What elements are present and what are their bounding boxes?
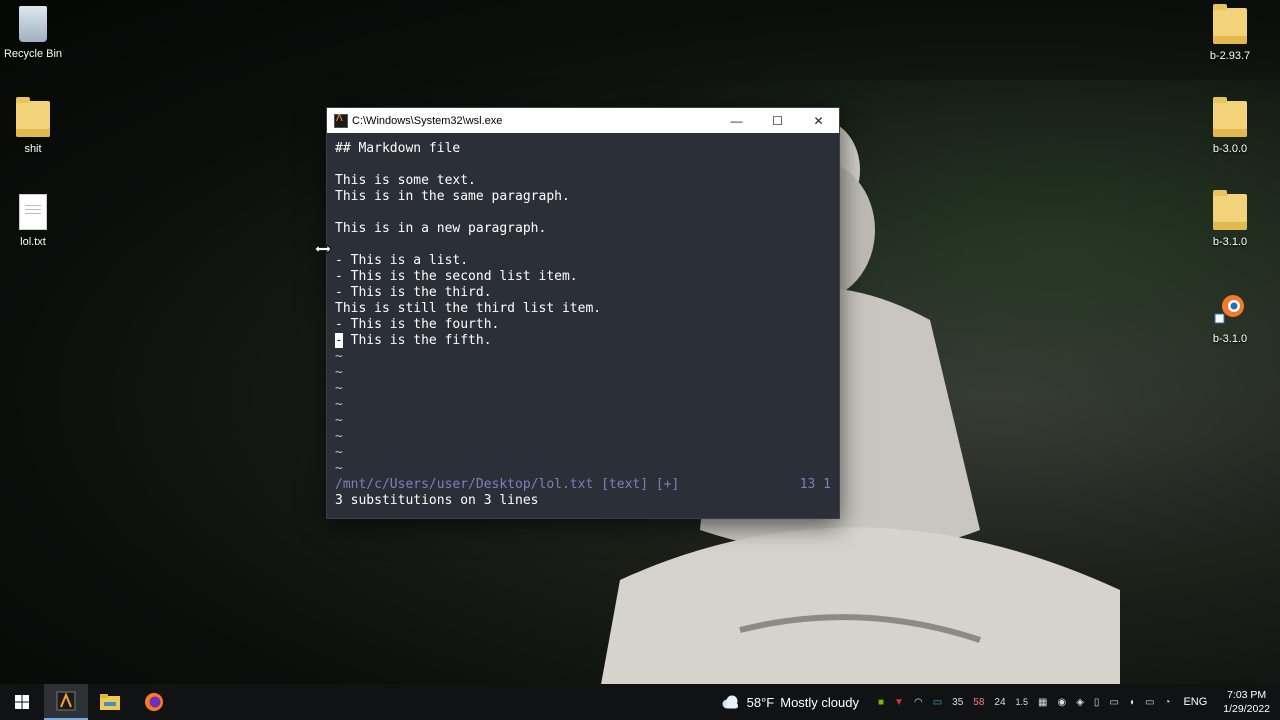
editor-line: - This is the second list item. [335, 269, 578, 284]
empty-line-tilde: ~ [335, 349, 343, 364]
desktop-icon-label: lol.txt [20, 236, 46, 248]
security-tray-icon[interactable]: ▼ [894, 697, 904, 708]
tray-value: 1.5 [1015, 697, 1029, 707]
empty-line-tilde: ~ [335, 397, 343, 412]
file-explorer-icon [100, 694, 120, 710]
editor-line: - This is a list. [335, 253, 469, 268]
desktop-icon-b-3-1-0-shortcut[interactable]: b-3.1.0 [1192, 288, 1268, 345]
language-indicator[interactable]: ENG [1183, 696, 1207, 708]
desktop-icon-label: b-3.0.0 [1212, 143, 1248, 155]
text-cursor: - [335, 333, 343, 348]
resize-cursor-icon [314, 244, 332, 254]
window-titlebar[interactable]: C:\Windows\System32\wsl.exe — ☐ ✕ [327, 108, 839, 133]
empty-line-tilde: ~ [335, 413, 343, 428]
desktop-icon-label: b-3.1.0 [1212, 333, 1248, 345]
editor-message-line: 3 substitutions on 3 lines [335, 493, 539, 508]
folder-icon [16, 97, 50, 137]
weather-widget[interactable]: 58°F Mostly cloudy [721, 695, 859, 710]
editor-line: This is in the same paragraph. [335, 189, 570, 204]
system-tray: 58°F Mostly cloudy ■ ▼ ◠ ▭ 35 58 24 1.5 … [721, 684, 1280, 720]
editor-line-rest: This is the fifth. [342, 333, 492, 348]
wifi-icon[interactable]: ◔ [1164, 697, 1170, 708]
desktop-icon-shit-folder[interactable]: shit [0, 97, 71, 155]
tray-value: 24 [994, 696, 1006, 708]
battery-tray-icon[interactable]: ▭ [1109, 697, 1118, 708]
tray-value: 58 [973, 696, 985, 708]
desktop-icon-label: b-3.1.0 [1212, 236, 1248, 248]
start-button[interactable] [0, 684, 44, 720]
wsl-app-icon [334, 113, 348, 128]
editor-line: - This is the third. [335, 285, 492, 300]
editor-status-line: /mnt/c/Users/user/Desktop/lol.txt [text]… [335, 477, 831, 493]
taskbar-clock[interactable]: 7:03 PM 1/29/2022 [1223, 688, 1270, 716]
nvidia-tray-icon[interactable]: ■ [878, 697, 884, 708]
editor-buffer[interactable]: ## Markdown file This is some text. This… [327, 133, 839, 509]
tray-value: 35 [952, 696, 964, 708]
desktop-icon-b-3-0-0[interactable]: b-3.0.0 [1192, 97, 1268, 155]
blender-icon [1214, 295, 1244, 324]
desktop-icon-b-2-93-7[interactable]: b-2.93.7 [1192, 4, 1268, 62]
editor-line: This is still the third list item. [335, 301, 602, 316]
desktop-icon-label: shit [24, 143, 42, 155]
folder-icon [1213, 190, 1247, 230]
minimize-button[interactable]: — [716, 108, 757, 133]
recycle-bin-icon [19, 6, 47, 42]
app-tray-icon[interactable]: ▦ [1038, 697, 1047, 708]
taskbar: 58°F Mostly cloudy ■ ▼ ◠ ▭ 35 58 24 1.5 … [0, 684, 1280, 720]
close-button[interactable]: ✕ [798, 108, 839, 133]
cloud-icon [722, 695, 738, 709]
editor-line: This is some text. [335, 173, 476, 188]
windows-logo-icon [15, 695, 29, 709]
desktop-icon-lol-txt[interactable]: lol.txt [0, 194, 71, 248]
monitor-tray-icon[interactable]: ▭ [933, 697, 942, 708]
network-icon[interactable]: ▭ [1145, 697, 1154, 708]
clock-date: 1/29/2022 [1223, 703, 1270, 715]
text-file-icon [19, 194, 47, 230]
empty-line-tilde: ~ [335, 381, 343, 396]
clock-time: 7:03 PM [1227, 689, 1267, 701]
editor-cursor-line: - This is the fifth. [335, 333, 831, 349]
desktop-icon-b-3-1-0-folder[interactable]: b-3.1.0 [1192, 190, 1268, 248]
weather-temperature: 58°F [746, 694, 775, 710]
usb-tray-icon[interactable]: ▯ [1094, 697, 1100, 708]
folder-icon [1213, 4, 1247, 44]
editor-line: ## Markdown file [335, 141, 461, 156]
desktop-icon-label: b-2.93.7 [1209, 50, 1251, 62]
empty-line-tilde: ~ [335, 365, 343, 380]
weather-description: Mostly cloudy [780, 694, 859, 710]
empty-line-tilde: ~ [335, 461, 343, 476]
editor-line: This is in a new paragraph. [335, 221, 547, 236]
status-file-path: /mnt/c/Users/user/Desktop/lol.txt [text]… [335, 477, 680, 492]
editor-line: - This is the fourth. [335, 317, 500, 332]
terminal-app-icon [56, 691, 76, 711]
folder-icon [1213, 97, 1247, 137]
window-title: C:\Windows\System32\wsl.exe [352, 114, 503, 127]
empty-line-tilde: ~ [335, 445, 343, 460]
desktop-icon-label: Recycle Bin [3, 48, 63, 60]
taskbar-terminal-button[interactable] [44, 684, 88, 720]
empty-line-tilde: ~ [335, 429, 343, 444]
volume-icon[interactable]: ◖ [1129, 697, 1135, 708]
taskbar-file-explorer-button[interactable] [88, 684, 132, 720]
wsl-terminal-window[interactable]: C:\Windows\System32\wsl.exe — ☐ ✕ ## Mar… [326, 107, 840, 519]
maximize-button[interactable]: ☐ [757, 108, 798, 133]
desktop-icon-recycle-bin[interactable]: Recycle Bin [0, 6, 71, 60]
steam-tray-icon[interactable]: ◉ [1057, 697, 1066, 708]
headset-tray-icon[interactable]: ◠ [914, 697, 923, 708]
taskbar-firefox-button[interactable] [132, 684, 176, 720]
status-cursor-position: 13 1 [799, 477, 831, 492]
shield-tray-icon[interactable]: ◈ [1076, 697, 1084, 708]
firefox-icon [145, 693, 163, 711]
